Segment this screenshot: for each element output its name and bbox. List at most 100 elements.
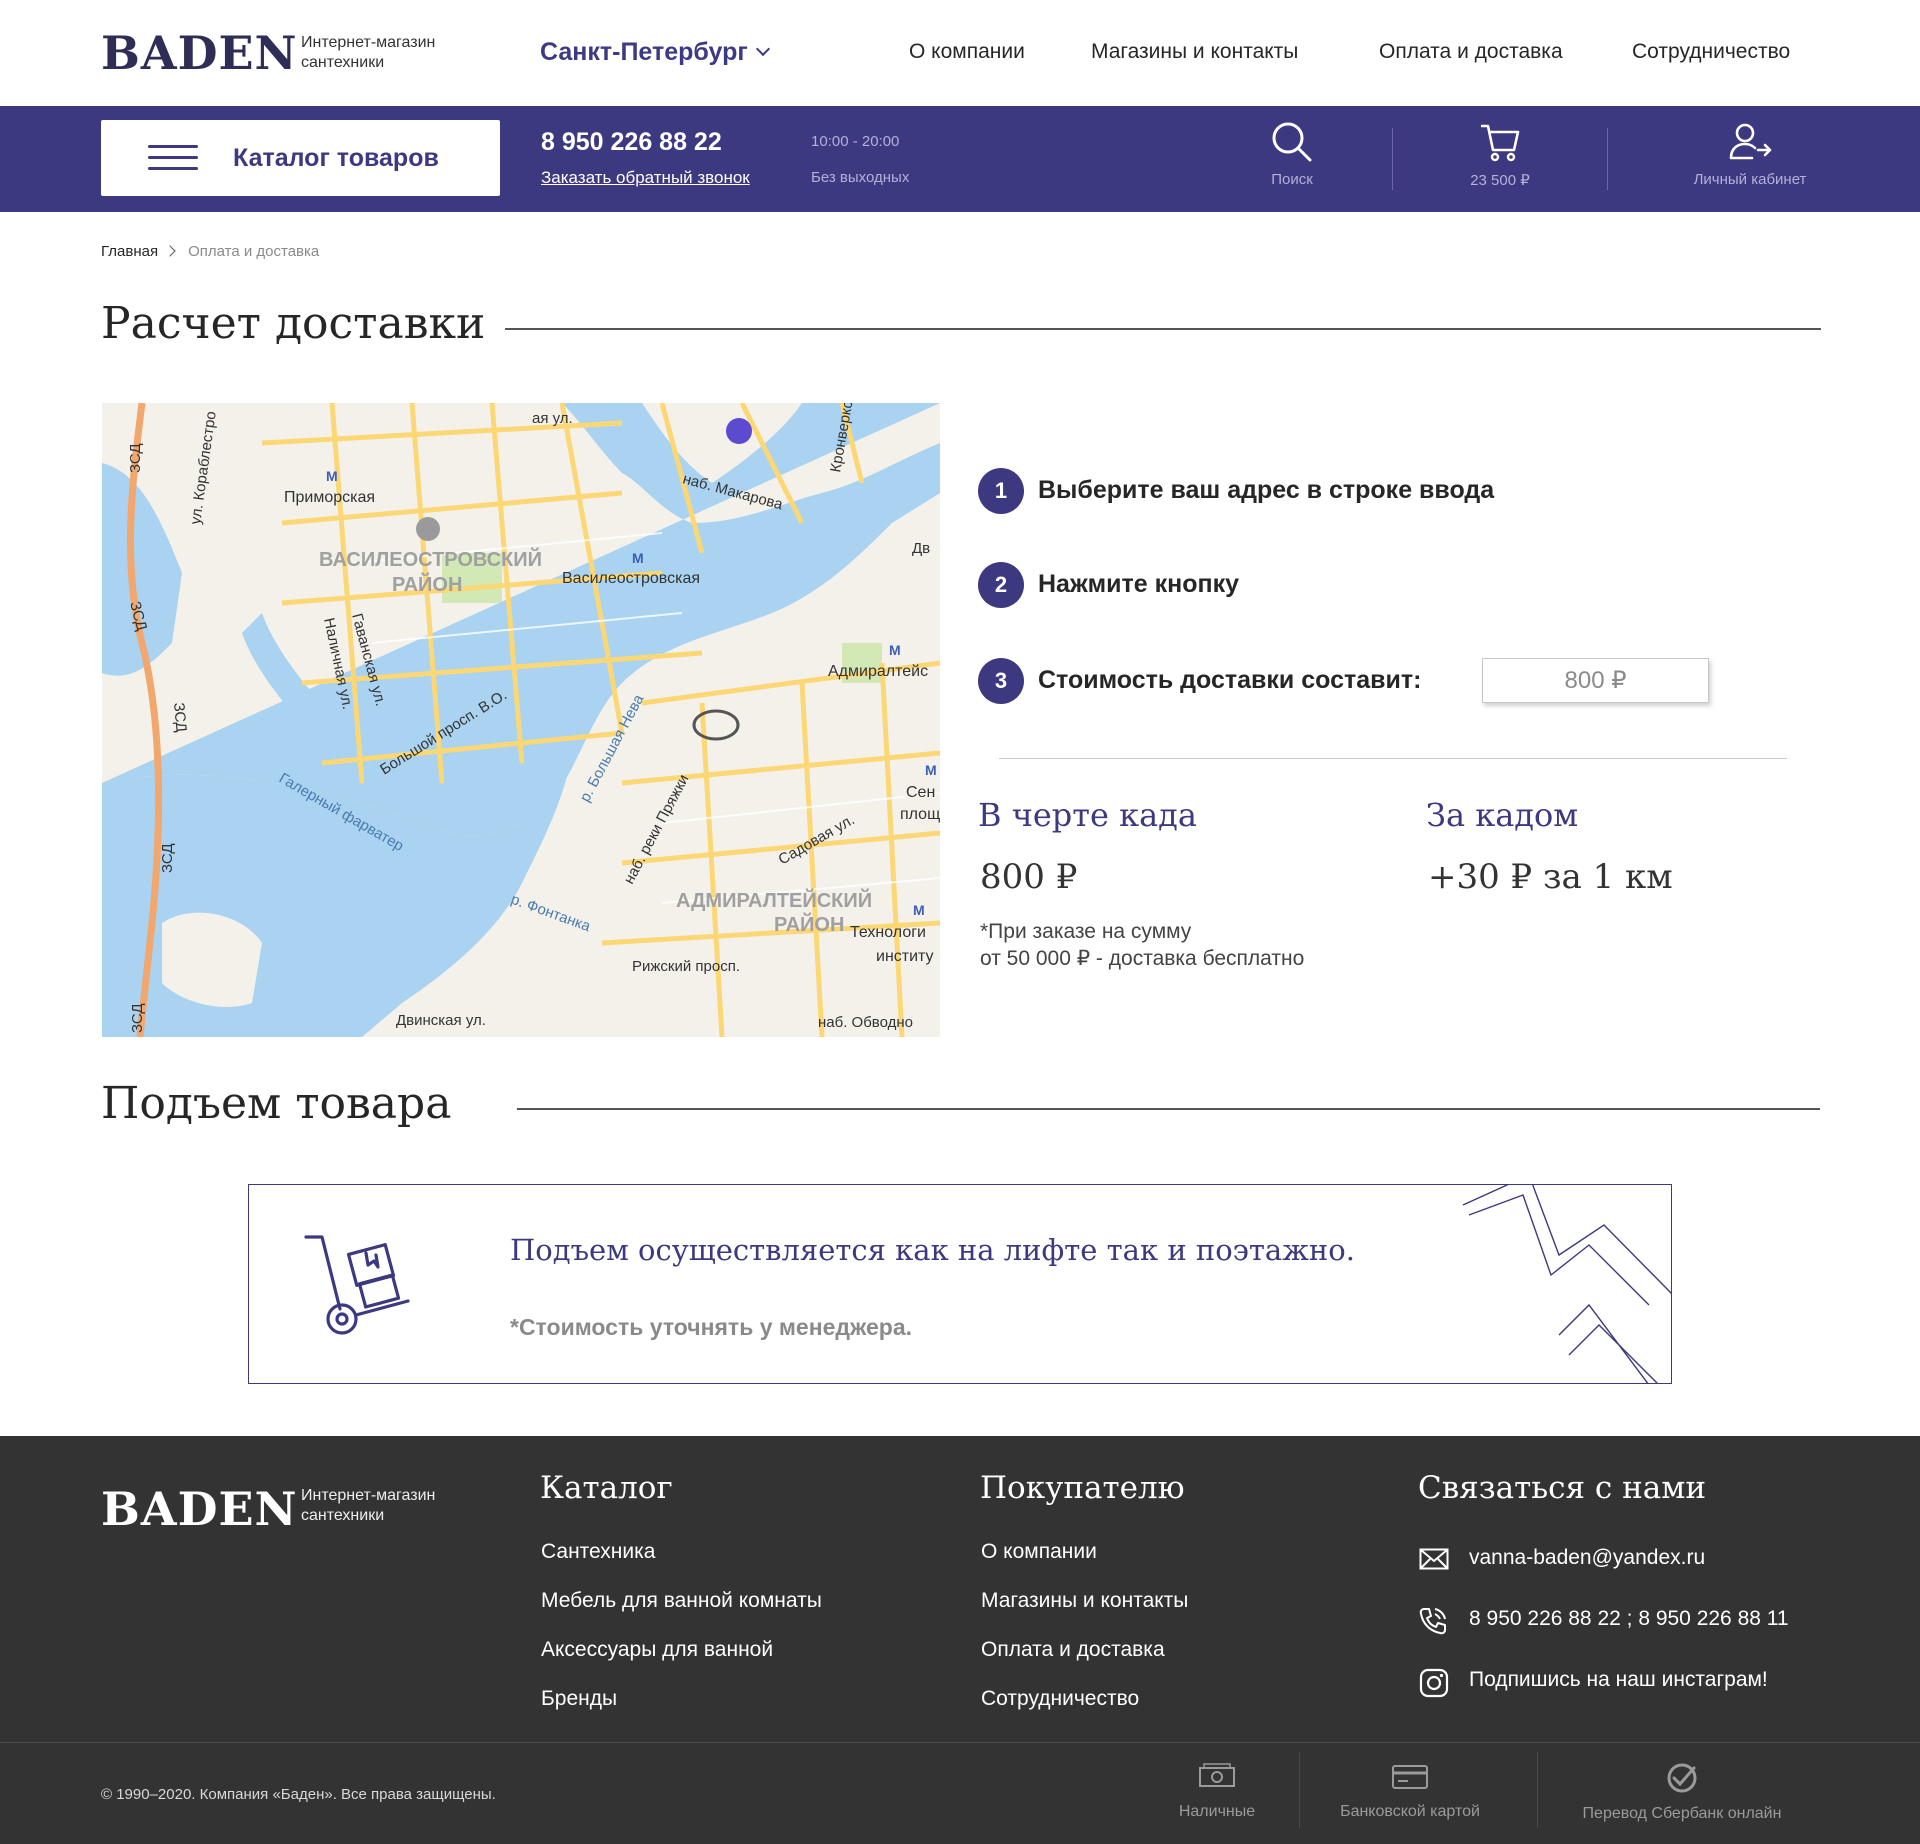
step-number: 3: [978, 658, 1024, 704]
copyright: © 1990–2020. Компания «Баден». Все права…: [101, 1786, 496, 1803]
outside-ring-price: +30 ₽ за 1 км: [1428, 857, 1673, 897]
footer-link-cooperation[interactable]: Сотрудничество: [981, 1687, 1139, 1711]
map-label: Сен: [906, 784, 935, 801]
hand-truck-icon: [304, 1235, 410, 1335]
cart-button[interactable]: 23 500 ₽: [1450, 120, 1550, 189]
tagline-line2: сантехники: [301, 54, 385, 71]
step-text: Стоимость доставки составит:: [1038, 666, 1422, 694]
nav-stores[interactable]: Магазины и контакты: [1091, 40, 1298, 64]
inside-ring-note: *При заказе на сумму от 50 000 ₽ - доста…: [980, 918, 1304, 972]
mail-icon: [1419, 1548, 1449, 1570]
map-label: наб. Обводно: [818, 1014, 913, 1031]
breadcrumb-home[interactable]: Главная: [101, 243, 158, 260]
search-icon: [1272, 122, 1312, 162]
tagline-line2: сантехники: [301, 1507, 385, 1524]
map-label: ЗСД: [129, 1003, 146, 1033]
step-text: Нажмите кнопку: [1038, 570, 1240, 598]
map-district-label: АДМИРАЛТЕЙСКИЙ: [676, 888, 872, 912]
chevron-down-icon: [755, 41, 770, 57]
metro-icon: M: [326, 468, 338, 484]
footer-link-payment[interactable]: Оплата и доставка: [981, 1638, 1165, 1662]
lift-note: *Стоимость уточнять у менеджера.: [510, 1314, 913, 1340]
city-selector[interactable]: Санкт-Петербург: [540, 38, 770, 67]
footer-link-about[interactable]: О компании: [981, 1540, 1097, 1564]
map-label: ЗСД: [170, 702, 190, 733]
map-district-label: РАЙОН: [392, 572, 462, 596]
cart-total: 23 500 ₽: [1470, 172, 1530, 189]
lift-info-box: Подъем осуществляется как на лифте так и…: [248, 1184, 1672, 1384]
title-divider: [517, 1108, 1820, 1110]
payment-label: Наличные: [1178, 1803, 1256, 1820]
delivery-map[interactable]: Приморская Василеостровская Адмиралтейс …: [102, 403, 940, 1037]
tagline-line1: Интернет-магазин: [301, 34, 436, 51]
decorative-lines: [1462, 1185, 1671, 1383]
metro-icon: M: [632, 550, 644, 566]
map-label: ЗСД: [159, 843, 176, 873]
city-label: Санкт-Петербург: [540, 38, 748, 66]
work-hours: 10:00 - 20:00: [811, 133, 900, 150]
landmark-icon: [416, 517, 440, 541]
delivery-cost-output: 800 ₽: [1482, 658, 1709, 703]
footer-link-stores[interactable]: Магазины и контакты: [981, 1589, 1188, 1613]
footer-phones[interactable]: 8 950 226 88 22 ; 8 950 226 88 11: [1469, 1607, 1789, 1631]
nav-cooperation[interactable]: Сотрудничество: [1632, 40, 1790, 64]
footer-email[interactable]: vanna-baden@yandex.ru: [1469, 1546, 1705, 1570]
tagline-line1: Интернет-магазин: [301, 1487, 436, 1504]
map-label: Василеостровская: [562, 570, 700, 587]
footer-instagram[interactable]: Подпишись на наш инстаграм!: [1469, 1668, 1768, 1692]
metro-icon: M: [913, 902, 925, 918]
instagram-icon: [1419, 1668, 1449, 1698]
footer-tagline: Интернет-магазин сантехники: [301, 1486, 435, 1526]
header-phone[interactable]: 8 950 226 88 22: [541, 128, 722, 157]
nav-about[interactable]: О компании: [909, 40, 1025, 64]
cart-icon: [1481, 124, 1520, 162]
phone-icon: [1419, 1608, 1446, 1635]
footer-link-brands[interactable]: Бренды: [541, 1687, 617, 1711]
map-label: Дв: [912, 540, 930, 557]
payment-cash: Наличные: [1170, 1762, 1264, 1821]
metro-icon: M: [925, 762, 937, 778]
metro-icon: M: [889, 642, 901, 658]
step-number: 2: [978, 562, 1024, 608]
chevron-right-icon: [164, 245, 176, 257]
account-button[interactable]: Личный кабинет: [1680, 120, 1820, 188]
toolbar-divider: [1392, 128, 1393, 190]
nav-payment-delivery[interactable]: Оплата и доставка: [1379, 40, 1563, 64]
search-button[interactable]: Поиск: [1252, 120, 1332, 188]
bank-card-icon: [1392, 1765, 1428, 1789]
stadium-icon: [692, 709, 740, 741]
poi-icon: [726, 418, 752, 444]
catalog-label: Каталог товаров: [233, 144, 439, 172]
catalog-button[interactable]: Каталог товаров: [101, 120, 500, 196]
payment-divider: [1299, 1752, 1300, 1828]
footer-divider: [0, 1742, 1920, 1743]
section-divider: [999, 758, 1787, 759]
footer-link-furniture[interactable]: Мебель для ванной комнаты: [541, 1589, 822, 1613]
inside-ring-title: В черте када: [978, 796, 1197, 834]
map-label: институ: [876, 948, 934, 965]
note-line: от 50 000 ₽ - доставка бесплатно: [980, 947, 1305, 970]
footer-link-plumbing[interactable]: Сантехника: [541, 1540, 655, 1564]
footer-link-accessories[interactable]: Аксессуары для ванной: [541, 1638, 773, 1662]
footer-catalog-heading: Каталог: [540, 1470, 673, 1506]
toolbar-divider: [1607, 128, 1608, 190]
map-label: наб. реки Пряжки: [621, 772, 693, 887]
map-label: Адмиралтейс: [828, 663, 928, 680]
map-label: ая ул.: [532, 410, 573, 427]
title-divider: [505, 328, 1821, 330]
logo[interactable]: BADEN: [101, 26, 298, 80]
callback-link[interactable]: Заказать обратный звонок: [541, 168, 750, 188]
map-label: ЗСД: [127, 443, 144, 473]
map-label: площ: [900, 806, 940, 823]
footer-contact-heading: Связаться с нами: [1418, 1470, 1707, 1506]
cash-icon: [1199, 1763, 1235, 1787]
footer-logo[interactable]: BADEN: [101, 1482, 298, 1536]
breadcrumb: Главная Оплата и доставка: [101, 243, 319, 260]
footer-buyer-heading: Покупателю: [980, 1470, 1185, 1506]
menu-icon: [148, 145, 198, 178]
map-canvas[interactable]: Приморская Василеостровская Адмиралтейс …: [102, 403, 940, 1037]
outside-ring-title: За кадом: [1426, 796, 1579, 834]
map-district-label: РАЙОН: [774, 912, 844, 936]
sberbank-icon: [1667, 1763, 1697, 1793]
payment-label: Перевод Сбербанк онлайн: [1582, 1805, 1782, 1822]
